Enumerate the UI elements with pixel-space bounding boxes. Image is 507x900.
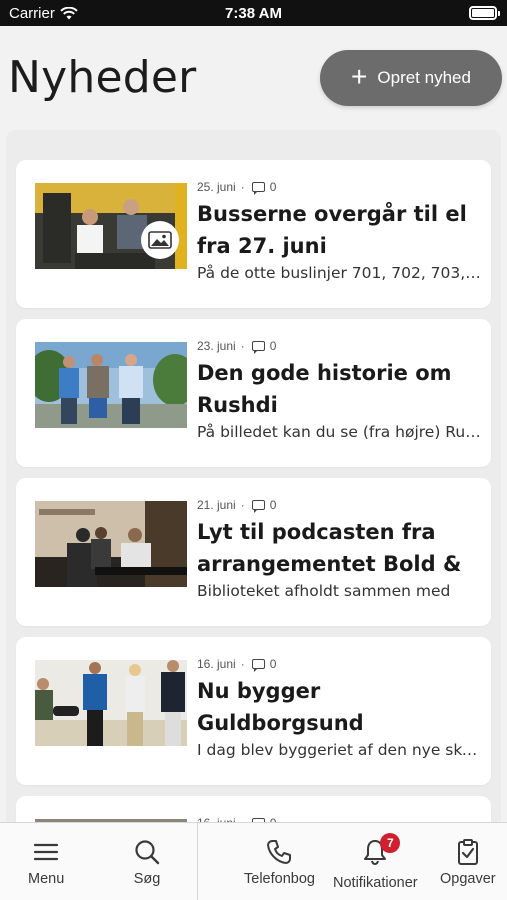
- news-excerpt: Biblioteket afholdt sammen med: [197, 582, 451, 600]
- search-icon: [135, 840, 160, 865]
- news-list[interactable]: 25. juni · 0 Busserne overgår til el fra…: [6, 130, 501, 870]
- news-thumbnail: [35, 342, 187, 428]
- news-title: Lyt til podcasten fra arrangementet Bold…: [197, 520, 462, 576]
- comment-icon: [251, 500, 265, 513]
- clipboard-check-icon: [457, 839, 478, 865]
- tab-phonebook[interactable]: Telefonbog: [244, 837, 315, 887]
- news-meta: 16. juni · 0: [197, 657, 277, 672]
- comment-count: 0: [269, 498, 277, 512]
- news-meta: 25. juni · 0: [197, 180, 277, 195]
- tab-tasks[interactable]: Opgaver: [440, 837, 496, 887]
- tab-bar: Menu Søg Telefonbog 7 Notifikationer Opg…: [0, 822, 507, 900]
- news-card[interactable]: 25. juni · 0 Busserne overgår til el fra…: [16, 160, 491, 308]
- menu-icon: [34, 843, 59, 861]
- phone-icon: [267, 840, 292, 864]
- news-thumbnail: [35, 660, 187, 746]
- news-card[interactable]: 21. juni · 0 Lyt til podcasten fra arran…: [16, 478, 491, 626]
- plus-icon: +: [351, 60, 368, 92]
- comment-icon: [251, 182, 265, 195]
- news-date: 23. juni: [197, 339, 236, 353]
- news-title: Nu bygger Guldborgsund Kommune Danmarks …: [197, 679, 364, 735]
- news-meta: 21. juni · 0: [197, 498, 277, 513]
- gallery-icon: [141, 221, 179, 259]
- news-thumbnail: [35, 183, 187, 269]
- news-thumbnail: [35, 501, 187, 587]
- news-excerpt: På de otte buslinjer 701, 702, 703, 704,…: [197, 264, 482, 282]
- news-date: 16. juni: [197, 657, 236, 671]
- news-excerpt: I dag blev byggeriet af den nye skole: [197, 741, 482, 759]
- news-card[interactable]: 23. juni · 0 Den gode historie om Rushdi…: [16, 319, 491, 467]
- tab-notifications[interactable]: 7 Notifikationer: [333, 833, 418, 891]
- tab-menu[interactable]: Menu: [28, 837, 64, 887]
- news-meta: 23. juni · 0: [197, 339, 277, 354]
- news-date: 25. juni: [197, 180, 236, 194]
- create-news-button[interactable]: + Opret nyhed: [320, 50, 502, 106]
- tab-search[interactable]: Søg: [132, 837, 162, 887]
- comment-count: 0: [269, 339, 277, 353]
- tab-label: Søg: [133, 871, 161, 887]
- news-excerpt: På billedet kan du se (fra højre) Rushdi: [197, 423, 482, 441]
- notifications-icon-wrap: 7: [360, 833, 401, 871]
- news-title: Den gode historie om Rushdi: [197, 361, 452, 417]
- status-bar: Carrier 7:38 AM: [0, 0, 507, 26]
- clock: 7:38 AM: [225, 5, 282, 22]
- tab-label: Telefonbog: [244, 871, 315, 887]
- comment-count: 0: [269, 657, 277, 671]
- notification-badge: 7: [380, 833, 401, 853]
- news-title: Busserne overgår til el fra 27. juni: [197, 202, 467, 258]
- comment-icon: [251, 341, 265, 354]
- create-news-label: Opret nyhed: [377, 68, 471, 87]
- page-title: Nyheder: [8, 52, 197, 103]
- tab-divider: [197, 823, 198, 900]
- tab-label: Notifikationer: [333, 875, 418, 891]
- battery-icon: [469, 6, 500, 20]
- tab-label: Menu: [28, 871, 65, 887]
- comment-icon: [251, 659, 265, 672]
- news-date: 21. juni: [197, 498, 236, 512]
- tab-label: Opgaver: [440, 871, 496, 887]
- news-card[interactable]: 16. juni · 0 Nu bygger Guldborgsund Komm…: [16, 637, 491, 785]
- comment-count: 0: [269, 180, 277, 194]
